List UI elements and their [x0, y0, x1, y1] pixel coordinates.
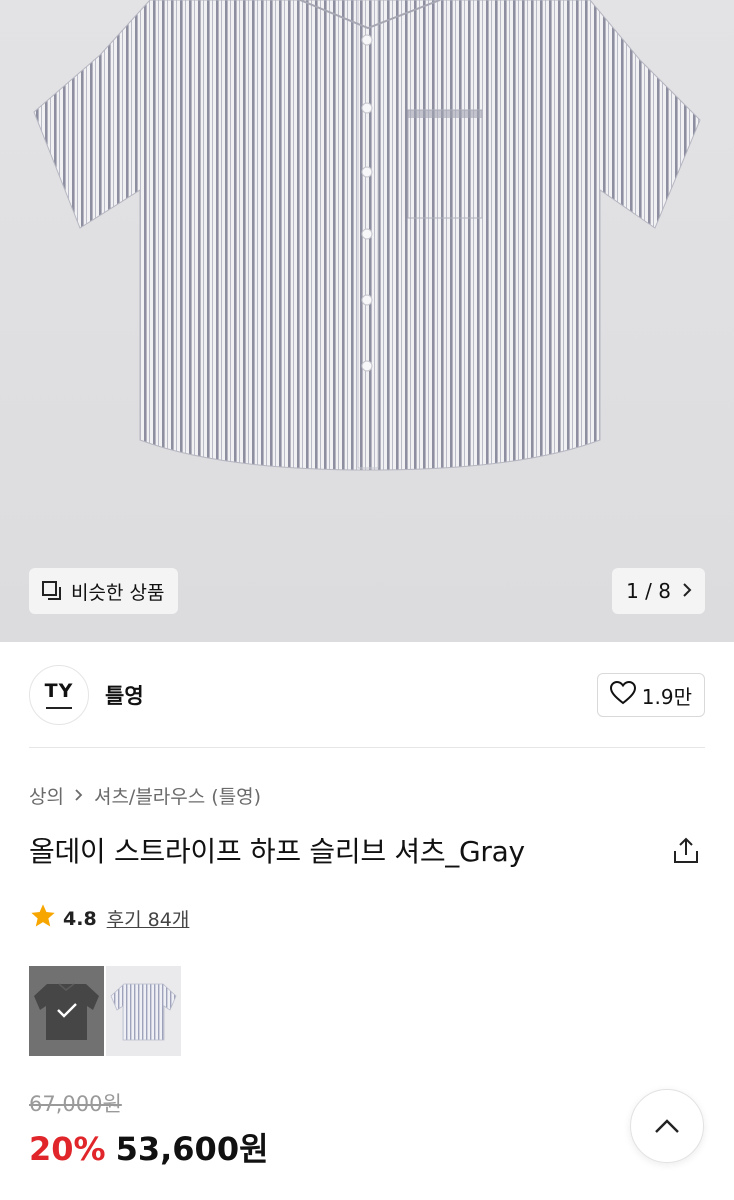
reviews-link[interactable]: 후기 84개 — [107, 905, 190, 932]
similar-icon — [41, 580, 63, 602]
chevron-right-icon — [74, 785, 84, 807]
brand-logo-underline — [46, 706, 72, 709]
similar-products-label: 비슷한 상품 — [71, 581, 165, 604]
color-option-charcoal[interactable] — [29, 966, 104, 1056]
color-options — [29, 966, 181, 1056]
star-icon — [29, 902, 57, 935]
brand-logo[interactable]: TY — [29, 665, 89, 725]
brand-row[interactable]: TY 틀영 1.9만 — [29, 662, 705, 728]
like-button[interactable]: 1.9만 — [596, 673, 705, 717]
breadcrumb-subcategory[interactable]: 셔츠/블라우스 (틀영) — [94, 782, 261, 809]
brand-name[interactable]: 틀영 — [105, 680, 144, 710]
brand-logo-text: TY — [44, 679, 74, 702]
check-icon — [57, 1003, 77, 1018]
product-title: 올데이 스트라이프 하프 슬리브 셔츠_Gray — [29, 835, 525, 868]
chevron-up-icon — [655, 1119, 679, 1133]
like-count: 1.9만 — [641, 684, 692, 709]
original-price: 67,000원 — [29, 1092, 122, 1116]
price-row: 20% 53,600원 — [29, 1124, 269, 1170]
similar-products-button[interactable]: 비슷한 상품 — [29, 568, 179, 614]
breadcrumb-category[interactable]: 상의 — [29, 782, 64, 809]
rating: 4.8 후기 84개 — [29, 902, 189, 935]
sale-price: 53,600원 — [115, 1130, 269, 1168]
divider — [29, 747, 705, 748]
product-image-gallery[interactable]: 비슷한 상품 1 / 8 — [0, 0, 734, 642]
gray-shirt-thumbnail — [106, 966, 181, 1056]
breadcrumb: 상의 셔츠/블라우스 (틀영) — [29, 782, 261, 809]
share-icon — [674, 837, 698, 863]
chevron-right-icon — [681, 579, 693, 603]
rating-score: 4.8 — [63, 907, 97, 930]
color-option-gray[interactable] — [106, 966, 181, 1056]
product-image — [33, 0, 701, 471]
share-button[interactable] — [671, 836, 701, 866]
image-counter: 1 / 8 — [626, 579, 671, 603]
heart-icon — [609, 680, 636, 710]
discount-rate: 20% — [29, 1130, 106, 1168]
image-counter-button[interactable]: 1 / 8 — [612, 568, 705, 614]
scroll-top-button[interactable] — [630, 1089, 704, 1163]
